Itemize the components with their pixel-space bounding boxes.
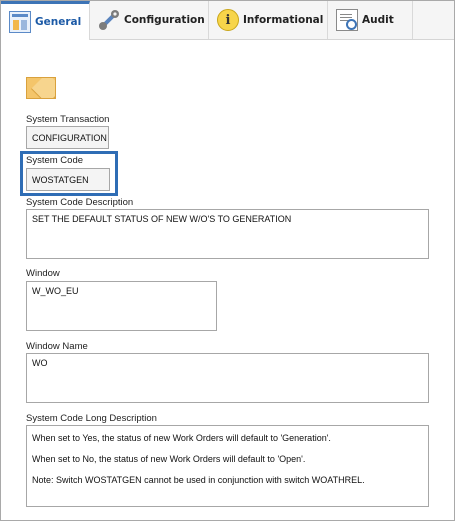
tab-general[interactable]: General	[1, 1, 90, 40]
wrench-icon	[98, 9, 120, 31]
window-name-label: Window Name	[26, 341, 88, 352]
audit-document-icon	[336, 9, 358, 31]
tab-informational[interactable]: i Informational	[209, 1, 328, 39]
system-transaction-label: System Transaction	[26, 114, 110, 125]
info-icon: i	[217, 9, 239, 31]
tab-general-label: General	[35, 16, 82, 28]
long-description-line: Note: Switch WOSTATGEN cannot be used in…	[32, 475, 365, 485]
envelope-icon	[26, 77, 56, 99]
tab-configuration[interactable]: Configuration	[90, 1, 209, 39]
system-code-long-description-field[interactable]: When set to Yes, the status of new Work …	[26, 425, 429, 507]
system-code-highlight	[20, 151, 118, 196]
tab-informational-label: Informational	[243, 14, 324, 26]
tab-audit-label: Audit	[362, 14, 394, 26]
tab-bar: General Configuration i Informational Au…	[1, 1, 454, 40]
tab-audit[interactable]: Audit	[328, 1, 413, 39]
window-name-field[interactable]: WO	[26, 353, 429, 403]
system-transaction-field: CONFIGURATION	[26, 126, 109, 149]
window-label: Window	[26, 268, 60, 279]
long-description-line: When set to Yes, the status of new Work …	[32, 433, 331, 443]
system-code-description-field[interactable]: SET THE DEFAULT STATUS OF NEW W/O'S TO G…	[26, 209, 429, 259]
system-code-long-description-label: System Code Long Description	[26, 413, 157, 424]
tab-configuration-label: Configuration	[124, 14, 205, 26]
long-description-line: When set to No, the status of new Work O…	[32, 454, 306, 464]
system-code-description-label: System Code Description	[26, 197, 134, 208]
window-field[interactable]: W_WO_EU	[26, 281, 217, 331]
general-form-icon	[9, 11, 31, 33]
